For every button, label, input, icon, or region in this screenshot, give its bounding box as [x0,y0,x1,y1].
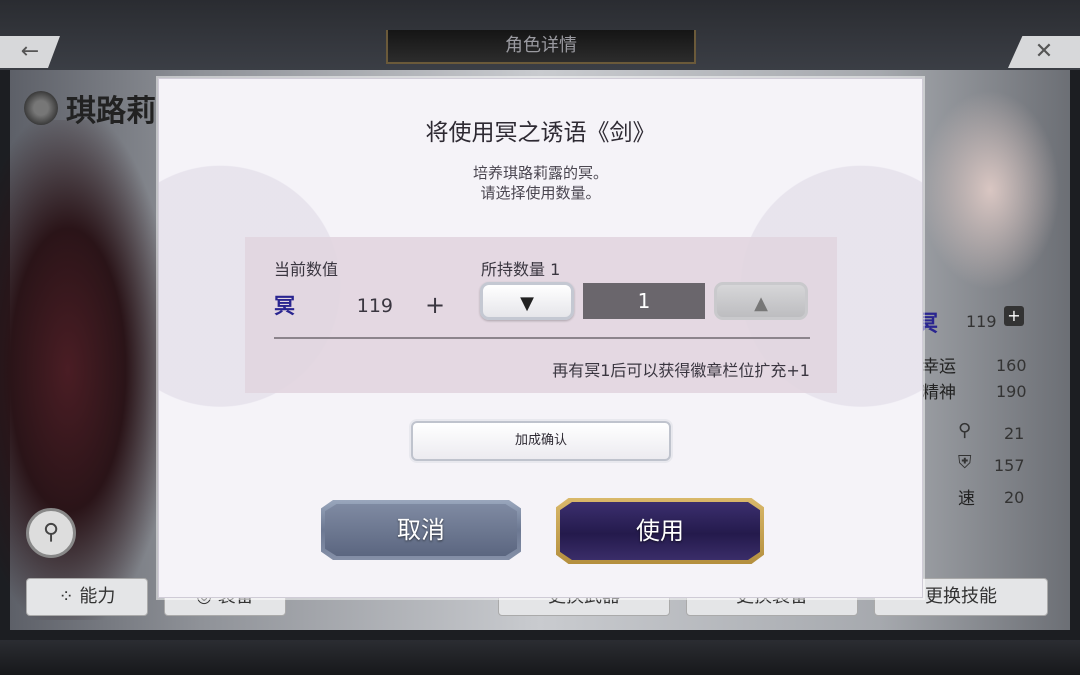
spirit-label: 精神 [922,383,956,403]
speed-label: 速 [958,489,975,509]
ming-icon: 冥 [274,293,295,318]
stat-a-value: 21 [1004,424,1025,443]
character-portrait [920,90,1060,290]
dialog-title: 将使用冥之诱语《剑》 [425,120,656,146]
down-arrow-icon: ▼ [520,293,534,314]
dialog-description: 培养琪路莉露的冥。 请选择使用数量。 [159,163,922,203]
upgrade-hint: 再有冥1后可以获得徽章栏位扩充+1 [552,361,810,380]
current-value-label: 当前数值 [274,260,339,279]
ability-label: 能力 [79,586,116,607]
increase-button[interactable]: ▲ [714,282,808,320]
quantity-panel: 当前数值 所持数量 1 冥 119 + ▼ 1 ▲ 再有冥1后可以获得徽章栏位扩… [245,237,837,393]
divider [274,337,810,339]
bottom-bar [0,640,1080,675]
magnifier-icon: ⚲ [42,520,60,545]
plus-icon: + [425,291,446,319]
plus-icon: + [1007,306,1021,325]
luck-value: 160 [996,356,1027,375]
cancel-button[interactable]: 取消 [321,500,521,560]
use-button[interactable]: 使用 [556,498,764,564]
ming-stat-value: 119 [966,312,997,331]
decrease-button[interactable]: ▼ [480,282,574,320]
ability-button[interactable]: ⁘ 能力 [26,578,148,616]
character-name-text: 琪路莉 [66,94,156,129]
spirit-value: 190 [996,382,1027,401]
character-artwork [0,120,170,620]
zoom-button[interactable]: ⚲ [26,508,76,558]
ability-icon: ⁘ [58,586,74,607]
quantity-display: 1 [583,283,705,319]
shield-icon: ⛨ [958,452,972,473]
description-line-2: 请选择使用数量。 [480,184,601,202]
use-label: 使用 [636,517,684,545]
held-quantity-label: 所持数量 1 [481,260,561,279]
up-arrow-icon: ▲ [754,293,768,314]
character-name: 琪路莉 [24,88,156,129]
luck-label: 幸运 [922,357,956,377]
class-emblem-icon [24,91,58,125]
speed-value: 20 [1004,488,1025,507]
close-icon: ✕ [1034,39,1054,64]
add-ming-button[interactable]: + [1004,306,1024,326]
current-value: 119 [356,295,393,317]
description-line-1: 培养琪路莉露的冥。 [472,164,608,182]
cancel-label: 取消 [397,516,445,544]
back-arrow-icon: ← [20,39,40,64]
stat-b-value: 157 [994,456,1025,475]
crit-icon: ⚲ [958,420,972,441]
confirm-bonus-button[interactable]: 加成确认 [411,421,671,461]
page-title: 角色详情 [386,30,696,64]
use-item-dialog: 将使用冥之诱语《剑》 培养琪路莉露的冥。 请选择使用数量。 当前数值 所持数量 … [158,78,923,598]
